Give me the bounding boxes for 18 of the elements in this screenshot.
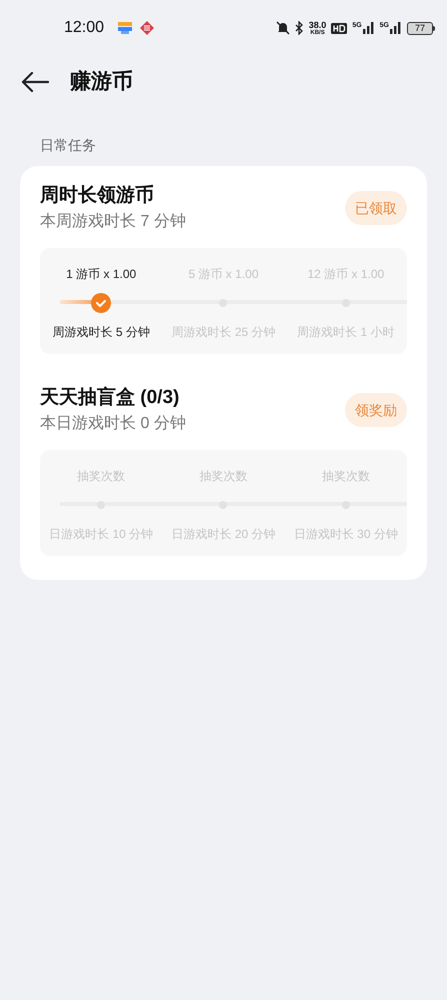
requirement-label: 周游戏时长 5 分钟 <box>52 324 150 341</box>
app-icon <box>118 22 132 34</box>
app-icon <box>140 21 154 35</box>
status-time: 12:00 <box>64 18 104 38</box>
task-title: 天天抽盲盒 (0/3) <box>40 385 180 410</box>
signal-icon <box>390 22 402 34</box>
network-speed: 38.0 <box>308 20 326 30</box>
section-title: 日常任务 <box>40 136 97 155</box>
task-subtitle: 本周游戏时长 7 分钟 <box>40 212 186 232</box>
task-title: 周时长领游币 <box>40 184 155 208</box>
bell-off-icon <box>276 21 290 35</box>
task-subtitle: 本日游戏时长 0 分钟 <box>40 414 186 434</box>
reward-label: 1 游币 x 1.00 <box>66 266 136 282</box>
bluetooth-icon <box>294 21 304 35</box>
page-title: 赚游币 <box>70 68 133 96</box>
signal-icon <box>362 22 375 34</box>
hd-icon <box>331 22 348 34</box>
battery-level: 77 <box>414 24 425 32</box>
